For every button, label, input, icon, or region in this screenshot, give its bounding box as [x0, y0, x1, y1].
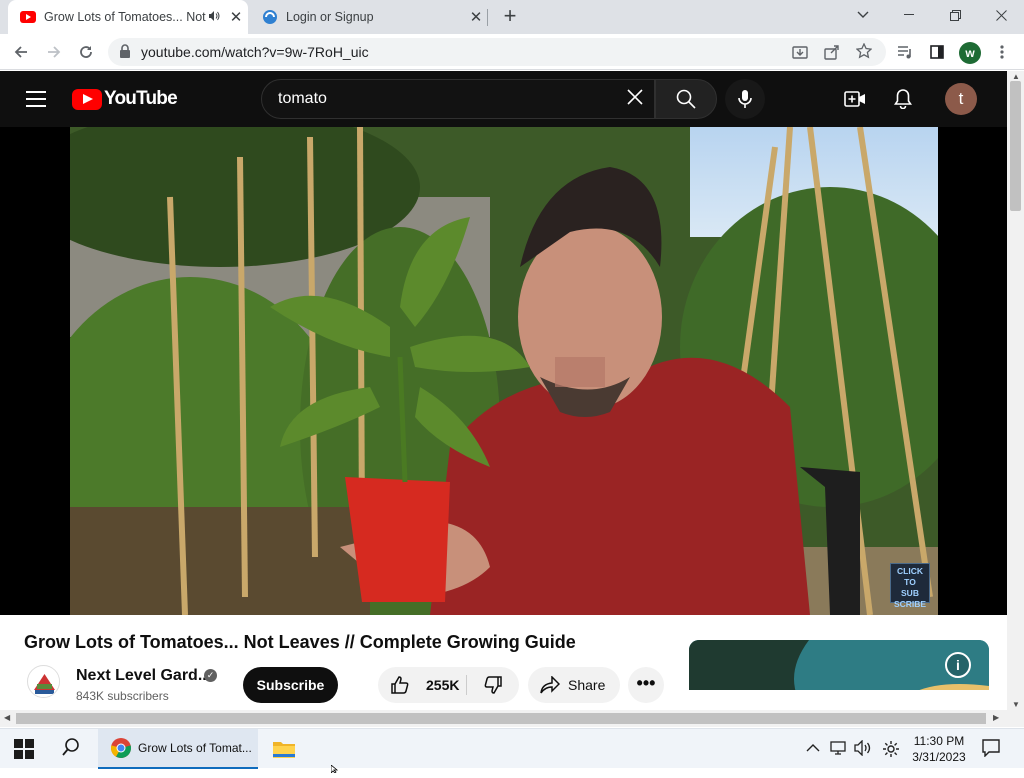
notifications-bell-icon[interactable]	[891, 87, 915, 111]
search-query-text: tomato	[278, 90, 327, 107]
show-hidden-icons-chevron-icon[interactable]	[806, 740, 820, 756]
tab-login[interactable]: Login or Signup ✕	[250, 0, 488, 34]
more-actions-button[interactable]: •••	[628, 667, 664, 703]
hamburger-menu-icon[interactable]	[26, 91, 46, 107]
media-control-icon[interactable]	[892, 39, 918, 65]
taskbar-search-icon[interactable]	[62, 738, 84, 760]
subscribe-watermark-button[interactable]: CLICK TO SUB SCRIBE	[890, 563, 930, 609]
subscribe-button[interactable]: Subscribe	[243, 667, 338, 703]
youtube-masthead: YouTube tomato t	[0, 71, 1007, 127]
reload-button[interactable]	[73, 39, 99, 65]
microphone-icon	[738, 90, 752, 108]
taskbar-clock[interactable]: 11:30 PM 3/31/2023	[908, 733, 970, 765]
voice-search-button[interactable]	[725, 79, 765, 119]
like-button[interactable]: 255K	[378, 667, 466, 703]
clock-date: 3/31/2023	[912, 750, 966, 764]
volume-icon[interactable]	[854, 739, 872, 759]
horizontal-scrollbar[interactable]: ◀ ▶	[0, 710, 1024, 727]
forward-button[interactable]	[41, 39, 67, 65]
share-page-icon[interactable]	[824, 44, 840, 65]
youtube-favicon-icon	[20, 9, 36, 25]
settings-gear-icon[interactable]	[882, 740, 900, 761]
file-explorer-icon[interactable]	[272, 739, 296, 759]
windows-taskbar: Grow Lots of Tomat... 11:30 PM 3/31/2023	[0, 728, 1024, 769]
channel-name[interactable]: Next Level Gard...	[76, 667, 211, 685]
network-icon[interactable]	[830, 740, 848, 759]
vertical-scrollbar[interactable]: ▲ ▼	[1007, 71, 1024, 710]
profile-avatar[interactable]: w	[959, 42, 981, 64]
windows-start-icon[interactable]	[14, 739, 34, 759]
address-bar[interactable]: youtube.com/watch?v=9w-7RoH_uic	[108, 38, 886, 66]
clear-search-icon[interactable]	[626, 88, 644, 112]
taskbar-chrome-item[interactable]: Grow Lots of Tomat...	[98, 729, 258, 769]
video-frame[interactable]: CLICK TO SUB SCRIBE	[70, 127, 938, 615]
tab-close-button[interactable]: ✕	[464, 8, 488, 26]
video-player[interactable]: CLICK TO SUB SCRIBE	[0, 127, 1007, 615]
url-text: youtube.com/watch?v=9w-7RoH_uic	[141, 44, 369, 60]
search-input[interactable]: tomato	[261, 79, 655, 119]
scroll-right-arrow-icon[interactable]: ▶	[993, 713, 999, 722]
bookmark-star-icon[interactable]	[855, 42, 873, 64]
side-panel-icon[interactable]	[924, 39, 950, 65]
user-avatar[interactable]: t	[945, 83, 977, 115]
video-info-section: Grow Lots of Tomatoes... Not Leaves // C…	[0, 615, 1007, 716]
back-button[interactable]	[8, 39, 34, 65]
subscriber-count: 843K subscribers	[76, 689, 169, 703]
minimize-button[interactable]	[886, 0, 932, 30]
new-tab-button[interactable]: +	[498, 4, 522, 28]
youtube-play-logo-icon	[72, 88, 102, 110]
watermark-text: SCRIBE	[893, 599, 927, 609]
verified-check-icon: ✓	[204, 669, 217, 682]
install-app-icon[interactable]	[792, 44, 808, 65]
video-title: Grow Lots of Tomatoes... Not Leaves // C…	[24, 632, 576, 652]
share-arrow-icon	[540, 676, 560, 694]
login-favicon-icon	[262, 9, 278, 25]
tab-search-chevron-icon[interactable]	[840, 0, 886, 30]
like-dislike-group: 255K	[378, 667, 519, 703]
horizontal-scroll-thumb[interactable]	[16, 713, 986, 724]
channel-avatar[interactable]	[27, 665, 60, 698]
notification-center-icon[interactable]	[982, 739, 1000, 758]
taskbar-item-label: Grow Lots of Tomat...	[138, 741, 252, 755]
search-icon	[676, 89, 696, 109]
browser-tab-strip: Grow Lots of Tomatoes... Not Leaves // C…	[0, 0, 1024, 34]
scroll-up-arrow-icon[interactable]: ▲	[1012, 72, 1020, 81]
browser-toolbar: youtube.com/watch?v=9w-7RoH_uic w	[0, 34, 1024, 70]
close-window-button[interactable]	[978, 0, 1024, 30]
info-icon[interactable]: i	[945, 652, 971, 678]
watermark-text: SUB	[901, 588, 919, 598]
promoted-card[interactable]: i	[689, 640, 989, 716]
like-count: 255K	[426, 677, 460, 693]
tab-title: Grow Lots of Tomatoes... Not Leaves // C…	[44, 10, 208, 24]
vertical-scroll-thumb[interactable]	[1010, 81, 1021, 211]
scroll-down-arrow-icon[interactable]: ▼	[1012, 700, 1020, 709]
thumbs-down-icon	[484, 676, 502, 694]
tab-close-button[interactable]: ✕	[224, 8, 248, 26]
browser-menu-icon[interactable]	[989, 39, 1015, 65]
chrome-icon	[110, 738, 132, 759]
tab-youtube[interactable]: Grow Lots of Tomatoes... Not Leaves // C…	[8, 0, 248, 34]
youtube-wordmark: YouTube	[104, 88, 178, 109]
video-thumbnail-image	[70, 127, 938, 615]
thumbs-up-icon	[391, 676, 409, 694]
promo-art-image	[689, 640, 989, 716]
search-button[interactable]	[655, 79, 717, 119]
create-video-icon[interactable]	[843, 87, 867, 111]
share-button[interactable]: Share	[528, 667, 620, 703]
clock-time: 11:30 PM	[913, 734, 965, 748]
tab-separator	[487, 9, 488, 26]
lock-icon[interactable]	[119, 44, 131, 63]
youtube-page: YouTube tomato t CLICK TO SUB SCRIBE Gro…	[0, 71, 1007, 716]
dislike-button[interactable]	[467, 667, 519, 703]
mouse-cursor-icon	[330, 760, 341, 774]
tab-title: Login or Signup	[286, 10, 374, 24]
youtube-logo[interactable]: YouTube	[72, 88, 178, 110]
watermark-text: CLICK TO	[897, 566, 923, 587]
audio-playing-icon[interactable]	[208, 10, 224, 25]
share-label: Share	[568, 677, 606, 693]
scroll-left-arrow-icon[interactable]: ◀	[4, 713, 10, 722]
restore-button[interactable]	[932, 0, 978, 30]
